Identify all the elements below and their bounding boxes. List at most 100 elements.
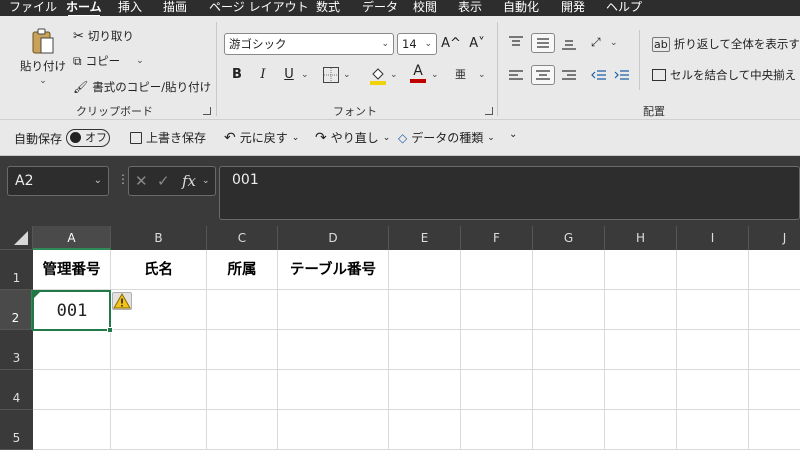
dialog-launcher-icon[interactable]	[485, 107, 493, 115]
row-header-2[interactable]: 2	[0, 290, 33, 330]
tab-automate[interactable]: 自動化	[503, 0, 539, 14]
column-header-i[interactable]: I	[677, 226, 749, 250]
cell-j1[interactable]	[749, 250, 800, 290]
align-right-icon[interactable]	[561, 69, 577, 86]
cell-g5[interactable]	[533, 410, 605, 450]
cut-button[interactable]: ✂ 切り取り	[73, 28, 134, 44]
cell-e5[interactable]	[389, 410, 461, 450]
increase-indent-icon[interactable]	[614, 69, 630, 86]
cell-e4[interactable]	[389, 370, 461, 410]
insert-function-button[interactable]: fx	[182, 167, 196, 195]
cell-a4[interactable]	[33, 370, 111, 410]
cell-b5[interactable]	[111, 410, 207, 450]
active-cell-selection[interactable]	[32, 290, 113, 333]
align-bottom-icon[interactable]	[561, 36, 577, 53]
cell-e1[interactable]	[389, 250, 461, 290]
name-box[interactable]: A2 ⌄	[7, 166, 109, 196]
cell-d1[interactable]: テーブル番号	[278, 250, 389, 290]
cell-i4[interactable]	[677, 370, 749, 410]
cell-j4[interactable]	[749, 370, 800, 410]
font-color-button[interactable]: A	[410, 63, 426, 83]
cell-i5[interactable]	[677, 410, 749, 450]
cell-j5[interactable]	[749, 410, 800, 450]
cell-b1[interactable]: 氏名	[111, 250, 207, 290]
cell-a1[interactable]: 管理番号	[33, 250, 111, 290]
chevron-down-icon[interactable]: ⌄	[610, 38, 618, 48]
fill-color-icon[interactable]	[369, 65, 387, 85]
chevron-down-icon[interactable]: ⌄	[202, 167, 210, 195]
cell-b3[interactable]	[111, 330, 207, 370]
cell-f4[interactable]	[461, 370, 533, 410]
tab-file[interactable]: ファイル	[9, 0, 57, 14]
column-header-j[interactable]: J	[749, 226, 800, 250]
merge-center-button[interactable]: セルを結合して中央揃え	[652, 67, 796, 83]
font-name-select[interactable]: 游ゴシック ⌄	[224, 33, 394, 55]
cell-a5[interactable]	[33, 410, 111, 450]
chevron-down-icon[interactable]: ⌄	[383, 133, 391, 143]
column-header-c[interactable]: C	[207, 226, 278, 250]
tab-draw[interactable]: 描画	[163, 0, 187, 14]
tab-data[interactable]: データ	[362, 0, 398, 14]
row-header-5[interactable]: 5	[0, 410, 33, 450]
shrink-font-button[interactable]: A˅	[467, 34, 487, 54]
cell-c3[interactable]	[207, 330, 278, 370]
row-header-1[interactable]: 1	[0, 250, 33, 290]
cell-c1[interactable]: 所属	[207, 250, 278, 290]
column-header-g[interactable]: G	[533, 226, 605, 250]
row-header-4[interactable]: 4	[0, 370, 33, 410]
chevron-down-icon[interactable]: ⌄	[136, 56, 144, 66]
tab-home[interactable]: ホーム	[66, 0, 102, 17]
tab-insert[interactable]: 挿入	[118, 0, 142, 14]
chevron-down-icon[interactable]: ⌄	[94, 167, 102, 195]
cell-c5[interactable]	[207, 410, 278, 450]
borders-icon[interactable]	[323, 67, 339, 83]
tab-review[interactable]: 校閲	[413, 0, 437, 14]
cell-h5[interactable]	[605, 410, 677, 450]
tab-developer[interactable]: 開発	[561, 0, 585, 14]
autosave-toggle[interactable]: 自動保存 オフ	[14, 129, 111, 147]
cell-c4[interactable]	[207, 370, 278, 410]
cell-f5[interactable]	[461, 410, 533, 450]
cell-d3[interactable]	[278, 330, 389, 370]
cell-i1[interactable]	[677, 250, 749, 290]
chevron-down-icon[interactable]: ⌄	[390, 70, 398, 80]
dialog-launcher-icon[interactable]	[203, 107, 211, 115]
save-button[interactable]: 上書き保存	[130, 129, 206, 146]
tab-page-layout[interactable]: ページ レイアウト	[209, 0, 309, 14]
cell-j3[interactable]	[749, 330, 800, 370]
cell-d4[interactable]	[278, 370, 389, 410]
cell-e3[interactable]	[389, 330, 461, 370]
cell-a3[interactable]	[33, 330, 111, 370]
orientation-icon[interactable]: ⤢	[591, 35, 601, 50]
wrap-text-button[interactable]: ab 折り返して全体を表示する	[652, 36, 800, 52]
cell-d5[interactable]	[278, 410, 389, 450]
tab-formulas[interactable]: 数式	[316, 0, 340, 14]
redo-button[interactable]: ↷ やり直し ⌄	[315, 129, 390, 146]
grow-font-button[interactable]: A^	[441, 34, 461, 54]
paste-button[interactable]: 貼り付け ⌄	[20, 28, 66, 86]
select-all-button[interactable]	[0, 226, 33, 250]
copy-button[interactable]: ⧉ コピー ⌄	[73, 53, 144, 69]
cell-d2[interactable]	[278, 290, 389, 330]
cell-f2[interactable]	[461, 290, 533, 330]
column-header-d[interactable]: D	[278, 226, 389, 250]
fill-handle[interactable]	[107, 327, 113, 333]
enter-icon[interactable]: ✓	[157, 167, 170, 195]
align-left-icon[interactable]	[508, 69, 524, 86]
cell-j2[interactable]	[749, 290, 800, 330]
column-header-a[interactable]: A	[33, 226, 111, 250]
chevron-down-icon[interactable]: ⌄	[478, 70, 486, 80]
bold-button[interactable]: B	[227, 65, 247, 85]
cell-g4[interactable]	[533, 370, 605, 410]
tab-view[interactable]: 表示	[458, 0, 482, 14]
align-top-icon[interactable]	[508, 36, 524, 53]
cell-b4[interactable]	[111, 370, 207, 410]
cell-i3[interactable]	[677, 330, 749, 370]
cell-g2[interactable]	[533, 290, 605, 330]
column-header-h[interactable]: H	[605, 226, 677, 250]
italic-button[interactable]: I	[253, 65, 273, 85]
cell-g1[interactable]	[533, 250, 605, 290]
chevron-down-icon[interactable]: ⌄	[301, 70, 309, 80]
chevron-down-icon[interactable]: ⌄	[431, 70, 439, 80]
align-center-button[interactable]	[531, 65, 555, 85]
